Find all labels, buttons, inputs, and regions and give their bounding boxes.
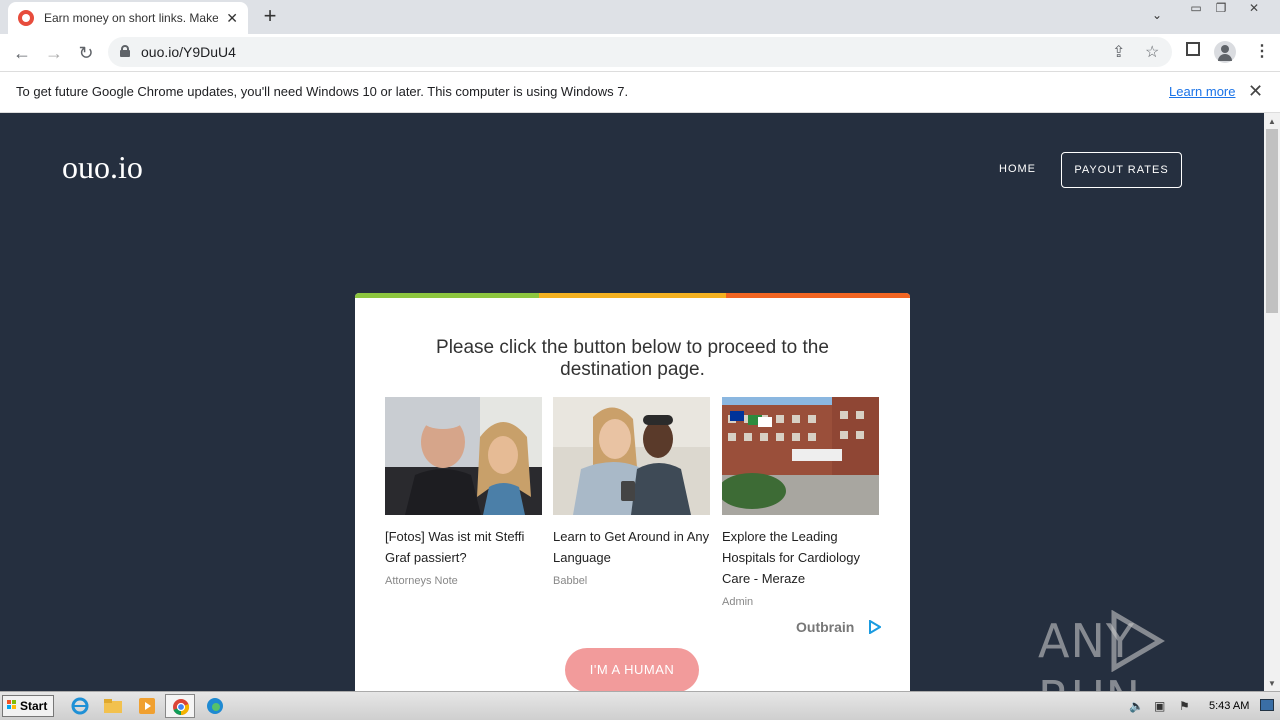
tab-title: Earn money on short links. Make sho: [44, 11, 219, 25]
outbrain-logo[interactable]: Outbrain: [796, 619, 854, 635]
scroll-thumb[interactable]: [1266, 129, 1278, 313]
infobar-message: To get future Google Chrome updates, you…: [16, 84, 629, 99]
window-close-icon[interactable]: ✕: [1241, 0, 1267, 18]
volume-icon[interactable]: 🔈: [1129, 699, 1144, 713]
file-explorer-icon[interactable]: [102, 696, 124, 716]
ad-title[interactable]: Explore the Leading Hospitals for Cardio…: [722, 526, 879, 589]
ad-title[interactable]: [Fotos] Was ist mit Steffi Graf passiert…: [385, 526, 542, 568]
profile-avatar-icon[interactable]: [1214, 41, 1236, 63]
ad-item[interactable]: Explore the Leading Hospitals for Cardio…: [722, 397, 879, 608]
ad-image-hospital[interactable]: [722, 397, 879, 515]
nav-payout-rates-button[interactable]: PAYOUT RATES: [1061, 152, 1182, 188]
ad-source: Admin: [722, 596, 754, 608]
watermark-play-icon: [1111, 610, 1165, 672]
tab-search-chevron-icon[interactable]: ⌄: [1152, 8, 1162, 22]
site-favicon-icon: [18, 10, 34, 26]
ad-title[interactable]: Learn to Get Around in Any Language: [553, 526, 710, 568]
internet-explorer-icon[interactable]: [69, 696, 91, 716]
im-a-human-button[interactable]: I'M A HUMAN: [565, 648, 699, 691]
show-desktop-icon[interactable]: [1260, 699, 1274, 711]
watermark-right-text: RUN: [1038, 671, 1141, 691]
start-label: Start: [20, 699, 48, 713]
share-icon[interactable]: ⇪: [1112, 42, 1125, 62]
scroll-down-arrow-icon[interactable]: ▼: [1268, 679, 1276, 688]
chrome-menu-icon[interactable]: ⋮: [1254, 41, 1270, 61]
page-scrollbar[interactable]: ▲ ▼: [1264, 113, 1280, 691]
card-heading: Please click the button below to proceed…: [436, 337, 829, 380]
forward-arrow-icon[interactable]: →: [42, 41, 66, 65]
ad-item[interactable]: [Fotos] Was ist mit Steffi Graf passiert…: [385, 397, 542, 587]
bookmark-star-icon[interactable]: ☆: [1145, 42, 1159, 62]
page-content: ouo.io HOME PAYOUT RATES Please click th…: [0, 113, 1264, 691]
tab-close-icon[interactable]: ✕: [226, 10, 238, 27]
side-panel-icon[interactable]: [1186, 42, 1200, 56]
ad-image-couple[interactable]: [385, 397, 542, 515]
ad-source: Babbel: [553, 575, 588, 587]
card-bar-yellow: [539, 293, 726, 298]
address-bar[interactable]: ouo.io/Y9DuU4 ⇪ ☆: [108, 37, 1172, 67]
ad-item[interactable]: Learn to Get Around in Any Language Babb…: [553, 397, 710, 587]
new-tab-button[interactable]: +: [258, 4, 282, 28]
learn-more-link[interactable]: Learn more: [1169, 84, 1235, 99]
tab-strip: Earn money on short links. Make sho ✕ + …: [0, 0, 1280, 34]
browser-toolbar: ← → ↻ ouo.io/Y9DuU4 ⇪ ☆ ⋮: [0, 34, 1280, 72]
infobar-close-icon[interactable]: ✕: [1248, 81, 1263, 102]
restore-icon[interactable]: ❐: [1208, 0, 1234, 18]
card-bar-orange: [726, 293, 910, 298]
update-infobar: To get future Google Chrome updates, you…: [0, 72, 1280, 113]
chrome-taskbar-button[interactable]: [165, 694, 195, 718]
windows-taskbar: Start 🔈 ▣ ⚑ 5:43 AM: [0, 691, 1280, 720]
nav-home-link[interactable]: HOME: [999, 163, 1036, 175]
ad-image-students[interactable]: [553, 397, 710, 515]
media-player-icon[interactable]: [136, 696, 158, 716]
back-arrow-icon[interactable]: ←: [10, 41, 34, 65]
url-text[interactable]: ouo.io/Y9DuU4: [141, 44, 236, 60]
proceed-card: Please click the button below to proceed…: [355, 293, 910, 691]
scroll-up-arrow-icon[interactable]: ▲: [1268, 117, 1276, 126]
ad-source: Attorneys Note: [385, 575, 458, 587]
start-button[interactable]: Start: [2, 695, 54, 717]
edge-icon[interactable]: [204, 696, 226, 716]
site-logo[interactable]: ouo.io: [62, 149, 143, 186]
lock-icon[interactable]: [120, 45, 130, 57]
action-center-flag-icon[interactable]: ⚑: [1179, 699, 1190, 713]
taskbar-clock[interactable]: 5:43 AM: [1209, 700, 1249, 712]
card-bar-green: [355, 293, 539, 298]
reload-icon[interactable]: ↻: [74, 41, 98, 65]
windows-flag-icon: [7, 700, 17, 710]
minimize-icon[interactable]: ▭: [1183, 0, 1209, 18]
outbrain-play-icon[interactable]: [869, 620, 881, 634]
network-icon[interactable]: ▣: [1154, 699, 1165, 713]
chrome-icon: [173, 699, 190, 716]
browser-tab[interactable]: Earn money on short links. Make sho ✕: [8, 2, 248, 34]
